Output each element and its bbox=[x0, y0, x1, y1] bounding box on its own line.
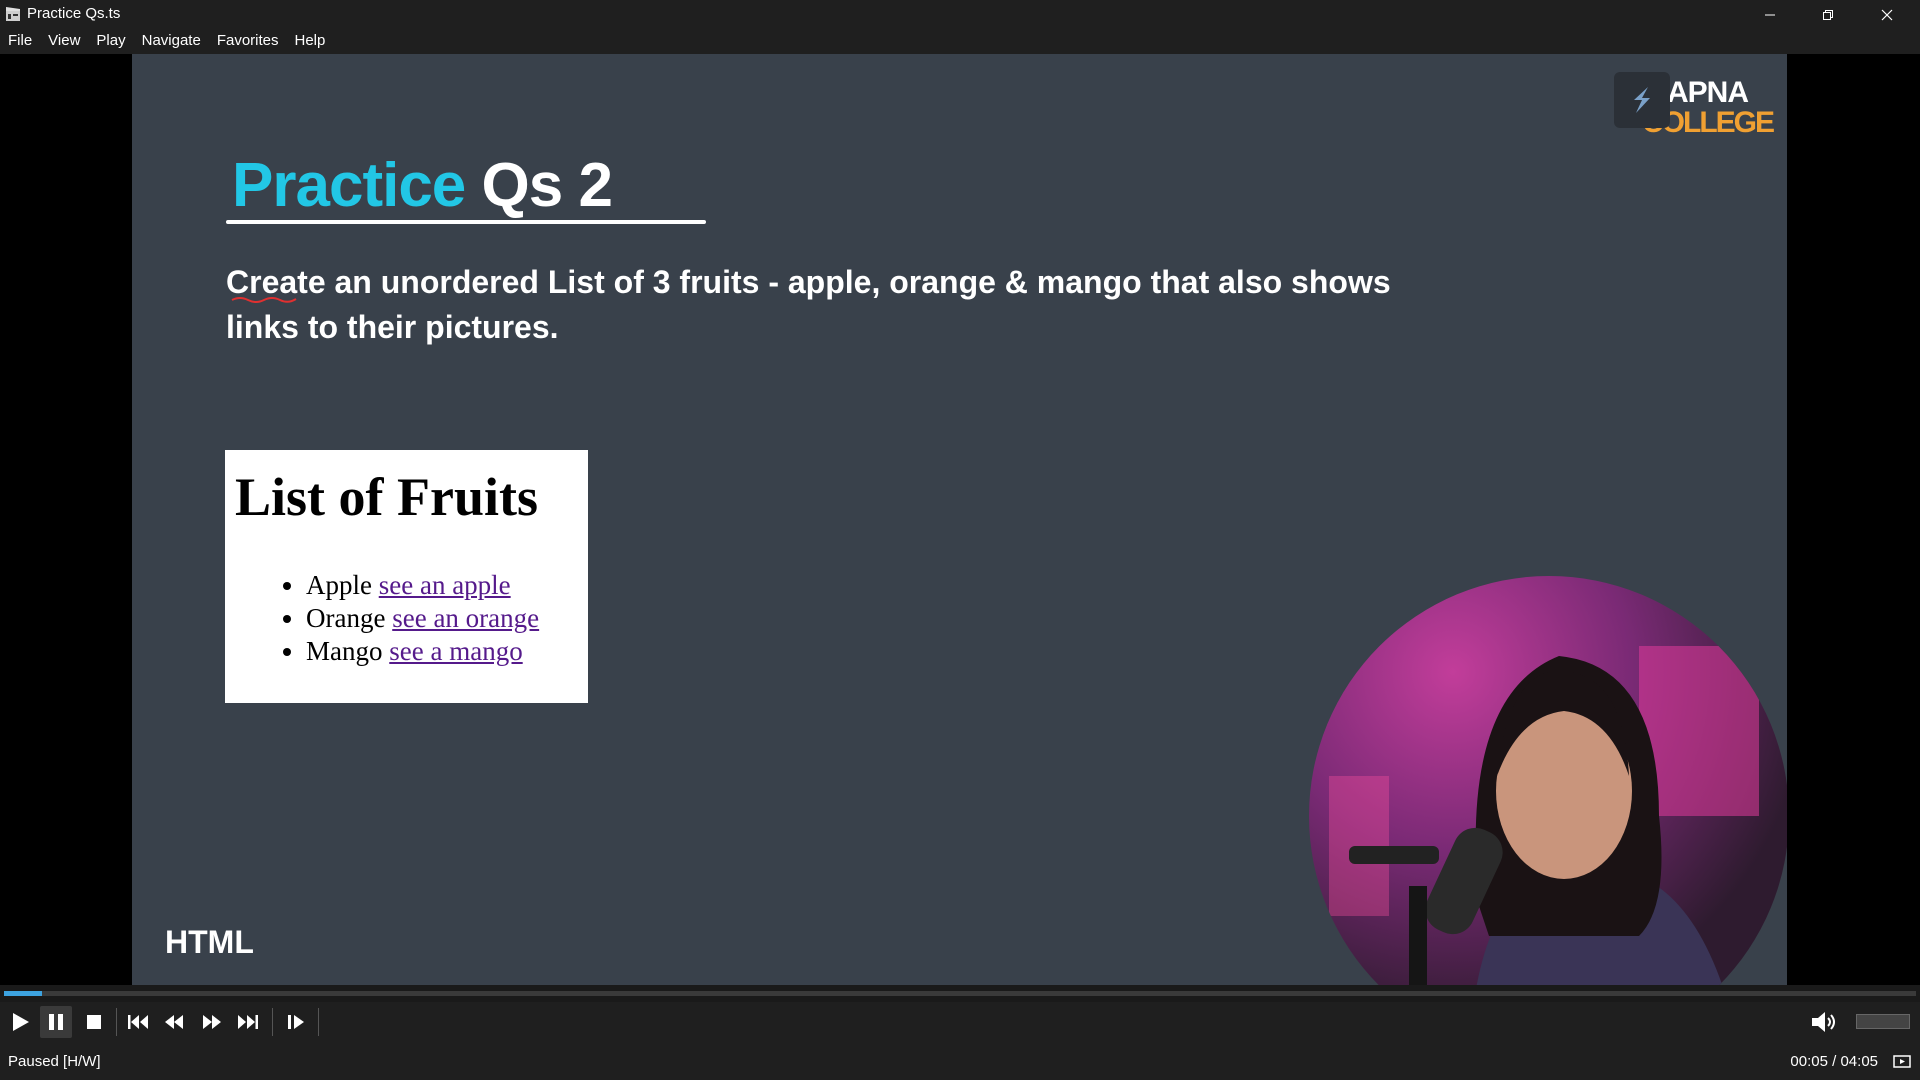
pause-button[interactable] bbox=[40, 1006, 72, 1038]
video-area[interactable]: Practice Qs 2 Create an unordered List o… bbox=[0, 54, 1920, 985]
topic-tag: HTML bbox=[165, 924, 254, 960]
list-item: Orange see an orange bbox=[306, 602, 539, 635]
speaker-icon bbox=[1812, 1012, 1835, 1032]
title-underline bbox=[226, 220, 706, 224]
playback-status: Paused [H/W] bbox=[8, 1053, 101, 1070]
fruit-link: see an apple bbox=[378, 570, 511, 600]
menu-bar: File View Play Navigate Favorites Help bbox=[0, 29, 1920, 54]
film-reel-icon[interactable] bbox=[1892, 1051, 1912, 1071]
menu-navigate[interactable]: Navigate bbox=[134, 29, 209, 54]
close-button[interactable] bbox=[1858, 0, 1916, 29]
seek-track[interactable] bbox=[4, 991, 1916, 996]
fast-forward-button[interactable] bbox=[196, 1006, 228, 1038]
slide-title: Practice Qs 2 bbox=[232, 150, 613, 221]
list-item: Mango see a mango bbox=[306, 635, 539, 668]
seek-bar[interactable] bbox=[0, 985, 1920, 1002]
separator bbox=[318, 1008, 319, 1036]
html-preview: List of Fruits Apple see an apple Orange… bbox=[225, 450, 588, 703]
presenter-webcam bbox=[1309, 576, 1787, 985]
rewind-button[interactable] bbox=[158, 1006, 190, 1038]
play-button[interactable] bbox=[4, 1006, 36, 1038]
lightning-s-icon bbox=[1634, 87, 1650, 113]
frame-step-button[interactable] bbox=[280, 1006, 312, 1038]
fruit-name: Apple bbox=[306, 570, 372, 600]
slide-title-rest: Qs 2 bbox=[481, 151, 613, 220]
slide: Practice Qs 2 Create an unordered List o… bbox=[132, 54, 1787, 985]
rewind-icon bbox=[165, 1015, 183, 1029]
red-squiggle-underline bbox=[231, 297, 297, 303]
skip-forward-icon bbox=[238, 1015, 258, 1029]
fruit-list: Apple see an apple Orange see an orange … bbox=[281, 569, 539, 668]
fruit-name: Mango bbox=[306, 636, 383, 666]
volume-slider[interactable] bbox=[1856, 1014, 1910, 1029]
menu-help[interactable]: Help bbox=[287, 29, 334, 54]
preview-heading: List of Fruits bbox=[235, 467, 538, 527]
skip-back-icon bbox=[128, 1015, 148, 1029]
seek-progress bbox=[4, 991, 43, 996]
fruit-link: see an orange bbox=[392, 603, 540, 633]
pause-icon bbox=[49, 1014, 63, 1030]
slide-title-accent: Practice bbox=[232, 151, 466, 220]
separator bbox=[116, 1008, 117, 1036]
title-bar: Practice Qs.ts bbox=[0, 0, 1920, 29]
play-icon bbox=[13, 1013, 29, 1031]
stop-button[interactable] bbox=[78, 1006, 110, 1038]
fruit-link: see a mango bbox=[389, 636, 523, 666]
fruit-name: Orange bbox=[306, 603, 386, 633]
overlay-tool-icon[interactable] bbox=[1614, 72, 1670, 128]
fast-forward-icon bbox=[203, 1015, 221, 1029]
next-button[interactable] bbox=[232, 1006, 264, 1038]
minimize-icon bbox=[1765, 14, 1775, 15]
menu-view[interactable]: View bbox=[40, 29, 88, 54]
app-clapperboard-icon bbox=[6, 7, 20, 21]
menu-file[interactable]: File bbox=[0, 29, 40, 54]
close-icon bbox=[1881, 9, 1893, 20]
question-text: Create an unordered List of 3 fruits - a… bbox=[226, 264, 1391, 345]
status-bar: Paused [H/W] 00:05 / 04:05 bbox=[0, 1041, 1920, 1080]
presenter-figure bbox=[1329, 646, 1759, 985]
separator bbox=[272, 1008, 273, 1036]
menu-play[interactable]: Play bbox=[88, 29, 133, 54]
time-display: 00:05 / 04:05 bbox=[1790, 1053, 1878, 1070]
restore-button[interactable] bbox=[1799, 0, 1857, 29]
window-title: Practice Qs.ts bbox=[27, 5, 121, 22]
list-item: Apple see an apple bbox=[306, 569, 539, 602]
minimize-button[interactable] bbox=[1741, 0, 1799, 29]
mute-button[interactable] bbox=[1808, 1006, 1840, 1038]
stop-icon bbox=[87, 1015, 101, 1029]
menu-favorites[interactable]: Favorites bbox=[209, 29, 287, 54]
restore-icon bbox=[1823, 9, 1833, 20]
playback-controls bbox=[0, 1002, 1920, 1041]
previous-button[interactable] bbox=[122, 1006, 154, 1038]
frame-step-icon bbox=[288, 1015, 304, 1029]
